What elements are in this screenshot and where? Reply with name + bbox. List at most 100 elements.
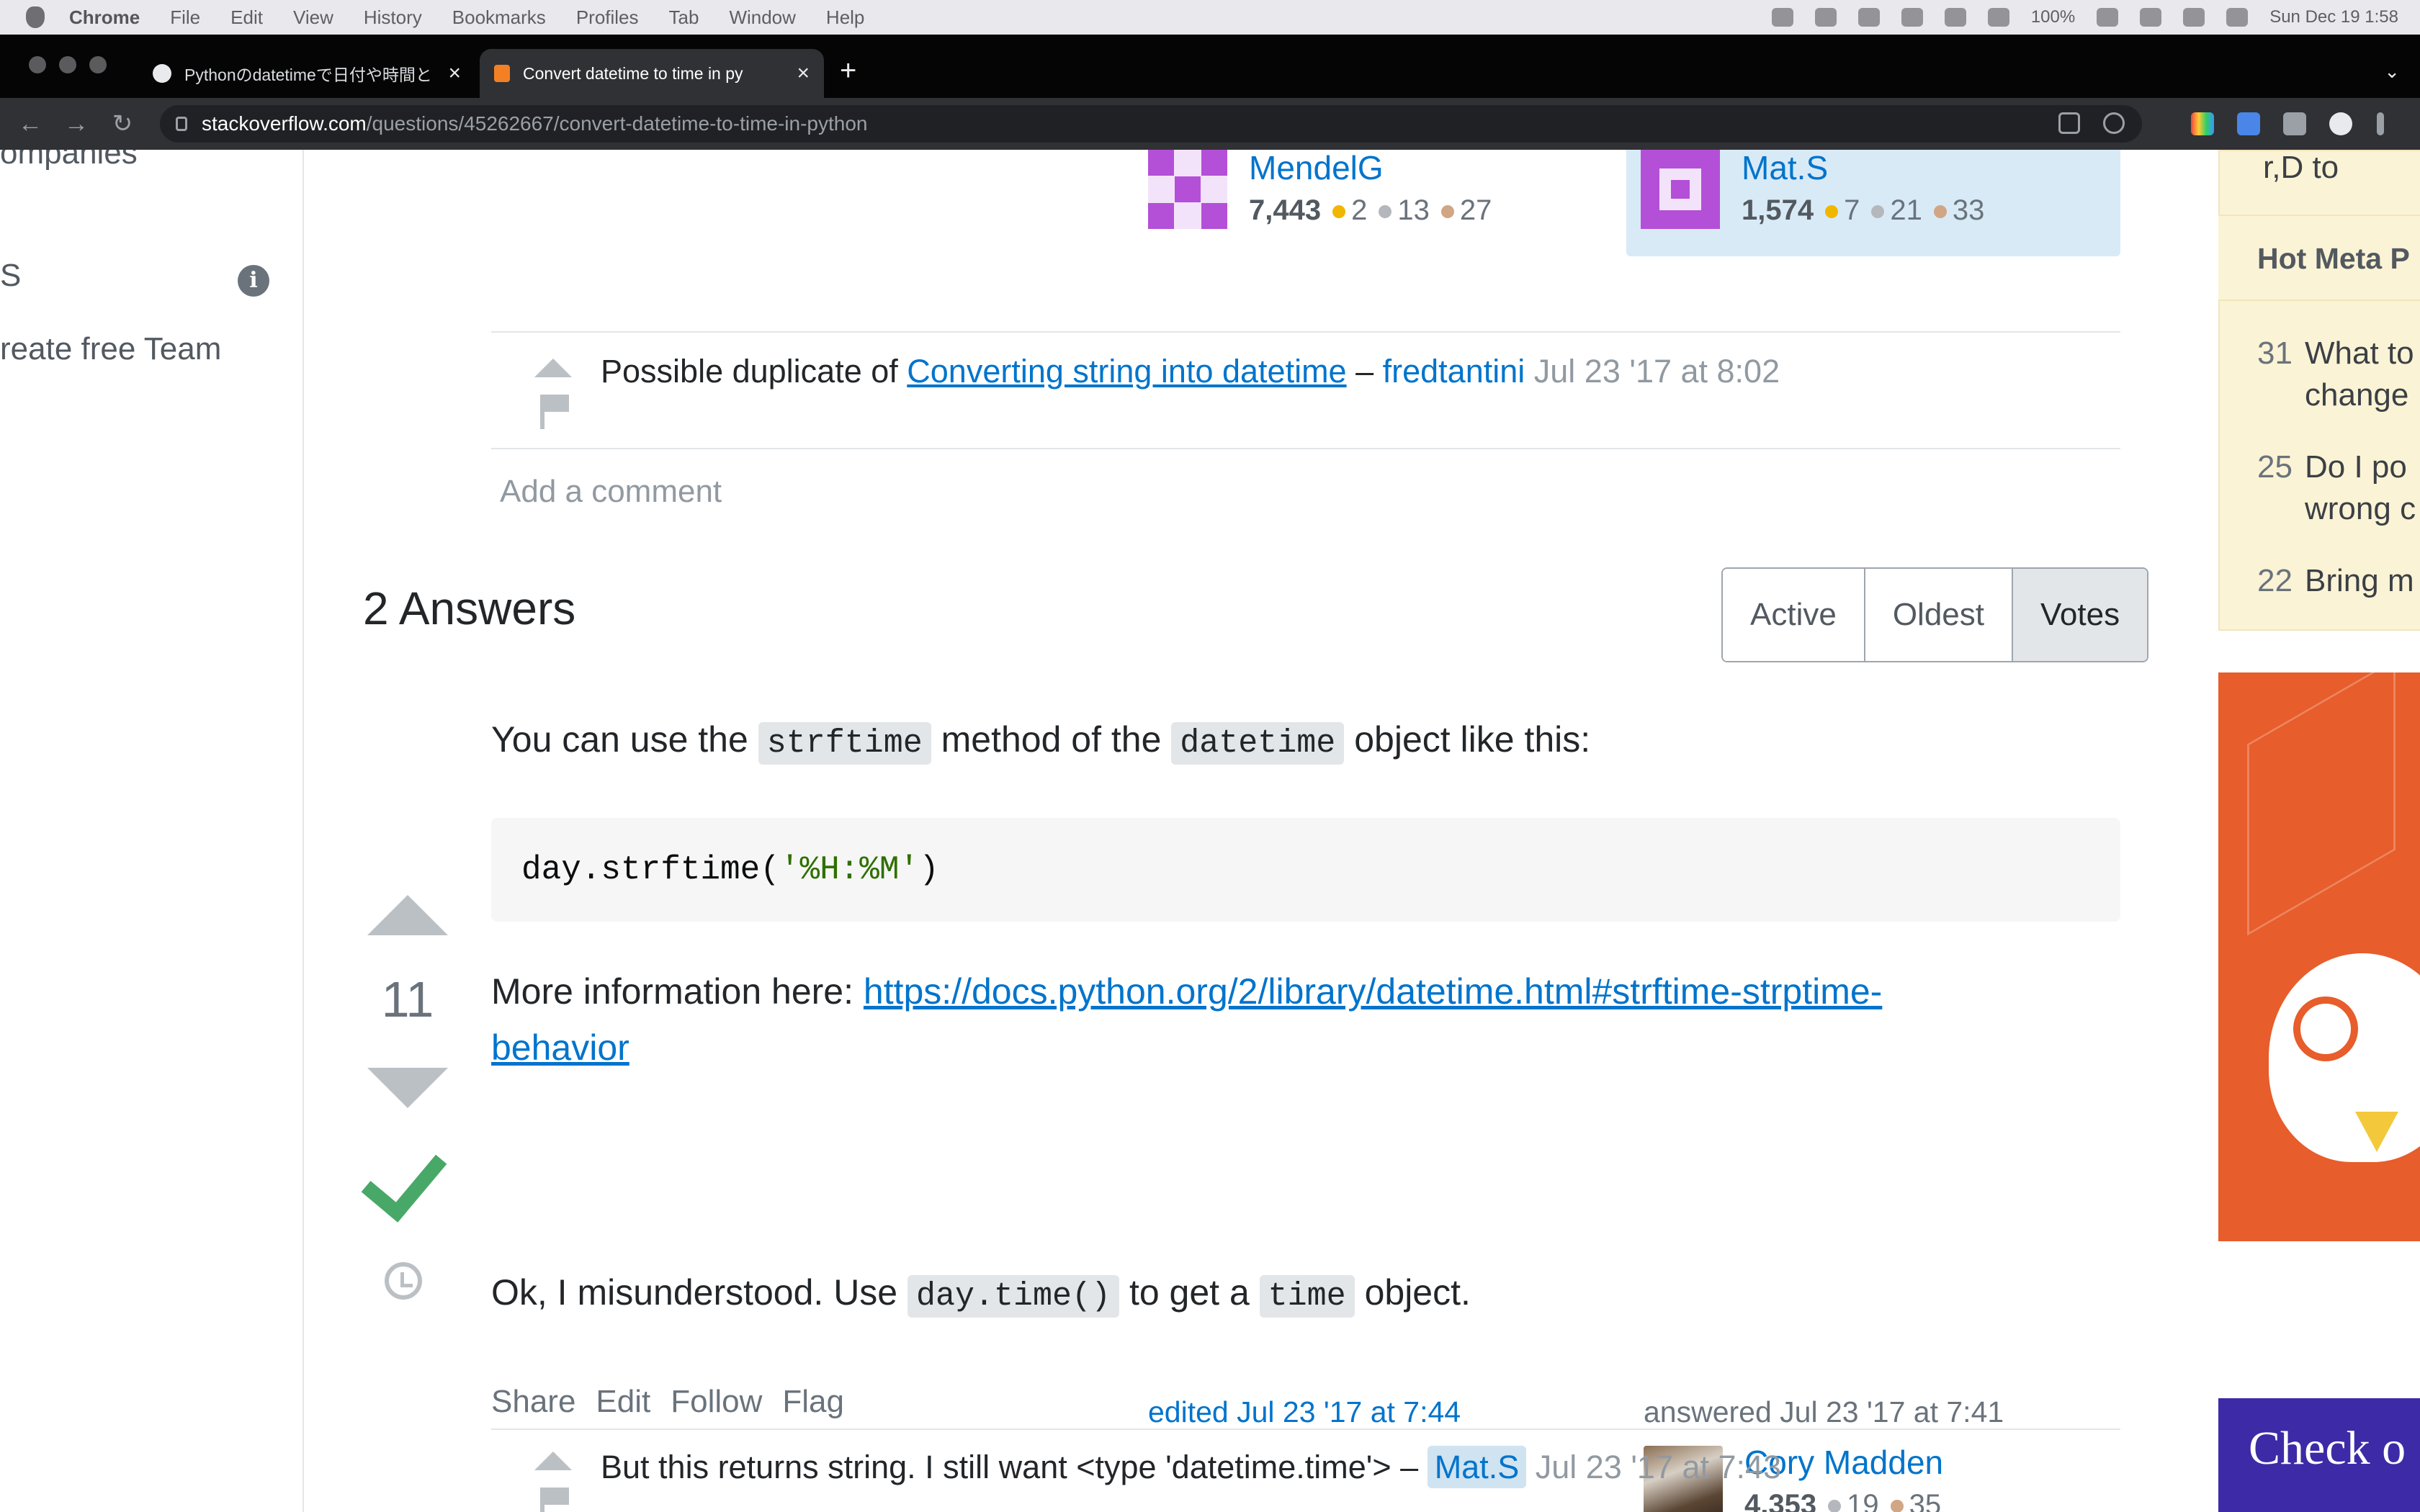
window-zoom-button[interactable] (89, 56, 107, 73)
user-name[interactable]: Mat.S (1742, 150, 1984, 187)
wifi-icon[interactable] (2140, 8, 2162, 27)
identicon-avatar[interactable] (1148, 150, 1227, 229)
answer-comment: But this returns string. I still want <t… (601, 1446, 1781, 1488)
status-app-icon[interactable] (1857, 8, 1880, 27)
translate-icon[interactable] (2237, 112, 2260, 135)
browser-toolbar: ← → ↻ stackoverflow.com/questions/452626… (0, 98, 2420, 150)
right-sidebar: r,D to Hot Meta P 31 What to change 25 Do I… (2218, 150, 2420, 1512)
comment-time[interactable]: Jul 23 '17 at 8:02 (1534, 353, 1780, 390)
new-tab-button[interactable]: + (840, 56, 856, 85)
sort-oldest-button[interactable]: Oldest (1863, 569, 2012, 661)
menu-profiles[interactable]: Profiles (576, 6, 639, 29)
follow-link[interactable]: Follow (671, 1384, 762, 1420)
close-tab-icon[interactable]: × (448, 61, 461, 86)
close-tab-icon[interactable]: × (797, 61, 810, 86)
nav-companies[interactable]: ompanies (0, 150, 138, 171)
window-minimize-button[interactable] (59, 56, 76, 73)
address-path: /questions/45262667/convert-datetime-to-… (366, 112, 868, 135)
extensions-puzzle-icon[interactable] (2283, 112, 2306, 135)
status-app-icon[interactable] (1814, 8, 1837, 27)
create-free-team-link[interactable]: reate free Team (0, 331, 221, 367)
downvote-arrow-icon[interactable] (367, 1068, 448, 1108)
battery-icon[interactable] (2097, 8, 2119, 27)
checkout-banner[interactable]: Check o (2218, 1398, 2420, 1512)
comment-user-link[interactable]: fredtantini (1383, 353, 1525, 390)
cloud-icon[interactable] (1901, 8, 1923, 27)
chrome-menu-icon[interactable] (2377, 112, 2384, 135)
user-name[interactable]: MendelG (1249, 150, 1492, 187)
menu-view[interactable]: View (293, 6, 333, 29)
status-app-icon[interactable] (1771, 8, 1793, 27)
user-card-mat-s: Mat.S 1,574 7 21 33 (1626, 150, 2120, 256)
meta-item[interactable]: r,D to (2263, 150, 2339, 189)
menu-window[interactable]: Window (729, 6, 795, 29)
dropbox-icon[interactable] (1944, 8, 1966, 27)
tab-convert-datetime[interactable]: Convert datetime to time in py × (480, 49, 824, 98)
code-block[interactable]: day.strftime('%H:%M') (491, 818, 2120, 922)
edited-time-link[interactable]: edited Jul 23 '17 at 7:44 (1148, 1395, 1461, 1429)
menu-bookmarks[interactable]: Bookmarks (452, 6, 546, 29)
menu-help[interactable]: Help (826, 6, 864, 29)
docs-link[interactable]: https://docs.python.org/2/library/dateti… (864, 971, 1882, 1012)
sort-votes-button[interactable]: Votes (2012, 569, 2148, 661)
comment-upvote-icon[interactable] (534, 359, 572, 377)
meta-post-link[interactable]: 22 Bring m (2257, 560, 2414, 602)
menu-edit[interactable]: Edit (230, 6, 263, 29)
comment-time[interactable]: Jul 23 '17 at 7:43 (1536, 1449, 1781, 1485)
upvote-arrow-icon[interactable] (367, 895, 448, 935)
edit-link[interactable]: Edit (596, 1384, 650, 1420)
menu-tab[interactable]: Tab (669, 6, 699, 29)
menu-file[interactable]: File (170, 6, 200, 29)
search-icon[interactable] (2183, 8, 2205, 27)
duplicate-link[interactable]: Converting string into datetime (907, 353, 1346, 390)
question-comment: Possible duplicate of Converting string … (601, 353, 1780, 390)
user-reputation: 7,443 2 13 27 (1249, 194, 1492, 226)
stackoverflow-icon (494, 65, 510, 82)
history-icon[interactable] (385, 1262, 422, 1300)
share-link[interactable]: Share (491, 1384, 575, 1420)
apple-logo-icon[interactable] (26, 6, 45, 28)
divider (491, 448, 2120, 449)
page-content: ompanies S i reate free Team MendelG 7,4… (0, 150, 2420, 1512)
address-bar[interactable]: stackoverflow.com/questions/45262667/con… (160, 105, 2142, 143)
comment-flag-icon[interactable] (540, 1488, 569, 1512)
docs-link[interactable]: behavior (491, 1027, 629, 1068)
control-center-icon[interactable] (2226, 8, 2249, 27)
reload-icon[interactable]: ↻ (99, 109, 145, 138)
flag-link[interactable]: Flag (782, 1384, 844, 1420)
meta-post-link[interactable]: 25 Do I po wrong c (2257, 446, 2416, 530)
user-reputation: 1,574 7 21 33 (1742, 194, 1985, 226)
bluetooth-icon[interactable] (1987, 8, 2009, 27)
comment-flag-icon[interactable] (540, 395, 569, 429)
tab-search-chevron-icon[interactable]: ⌄ (2384, 60, 2400, 83)
tab-python-datetime[interactable]: Pythonのdatetimeで日付や時間と × (138, 49, 475, 98)
post-menu: Share Edit Follow Flag (491, 1384, 844, 1420)
profile-avatar-icon[interactable] (2329, 112, 2352, 135)
vote-count: 11 (381, 971, 434, 1027)
globe-icon (153, 64, 171, 83)
menu-history[interactable]: History (364, 6, 422, 29)
advertisement-image[interactable] (2218, 672, 2420, 1241)
comment-user-link[interactable]: Mat.S (1427, 1446, 1527, 1488)
menu-app-chrome[interactable]: Chrome (69, 6, 140, 29)
share-icon[interactable] (2058, 112, 2080, 134)
nav-teams-label: S (0, 258, 22, 293)
answered-time: answered Jul 23 '17 at 7:41 (1644, 1395, 2004, 1428)
status-area: 100% Sun Dec 19 1:58 (1771, 0, 2398, 35)
tab-title: Convert datetime to time in py (523, 63, 743, 83)
add-comment-link[interactable]: Add a comment (500, 474, 722, 510)
clock[interactable]: Sun Dec 19 1:58 (2269, 7, 2398, 27)
window-close-button[interactable] (29, 56, 46, 73)
extension-color-icon[interactable] (2191, 112, 2214, 135)
identicon-avatar[interactable] (1641, 150, 1720, 229)
sort-active-button[interactable]: Active (1723, 569, 1864, 661)
info-icon[interactable]: i (238, 265, 269, 297)
bookmark-star-icon[interactable] (2103, 112, 2125, 134)
user-card-mendelg: MendelG 7,443 2 13 27 (1148, 150, 1492, 229)
comment-text: Possible duplicate of (601, 353, 908, 390)
comment-upvote-icon[interactable] (534, 1452, 572, 1470)
meta-post-link[interactable]: 31 What to change (2257, 333, 2414, 416)
forward-icon[interactable]: → (53, 110, 99, 138)
back-icon[interactable]: ← (7, 110, 53, 138)
lock-icon[interactable] (176, 117, 187, 131)
